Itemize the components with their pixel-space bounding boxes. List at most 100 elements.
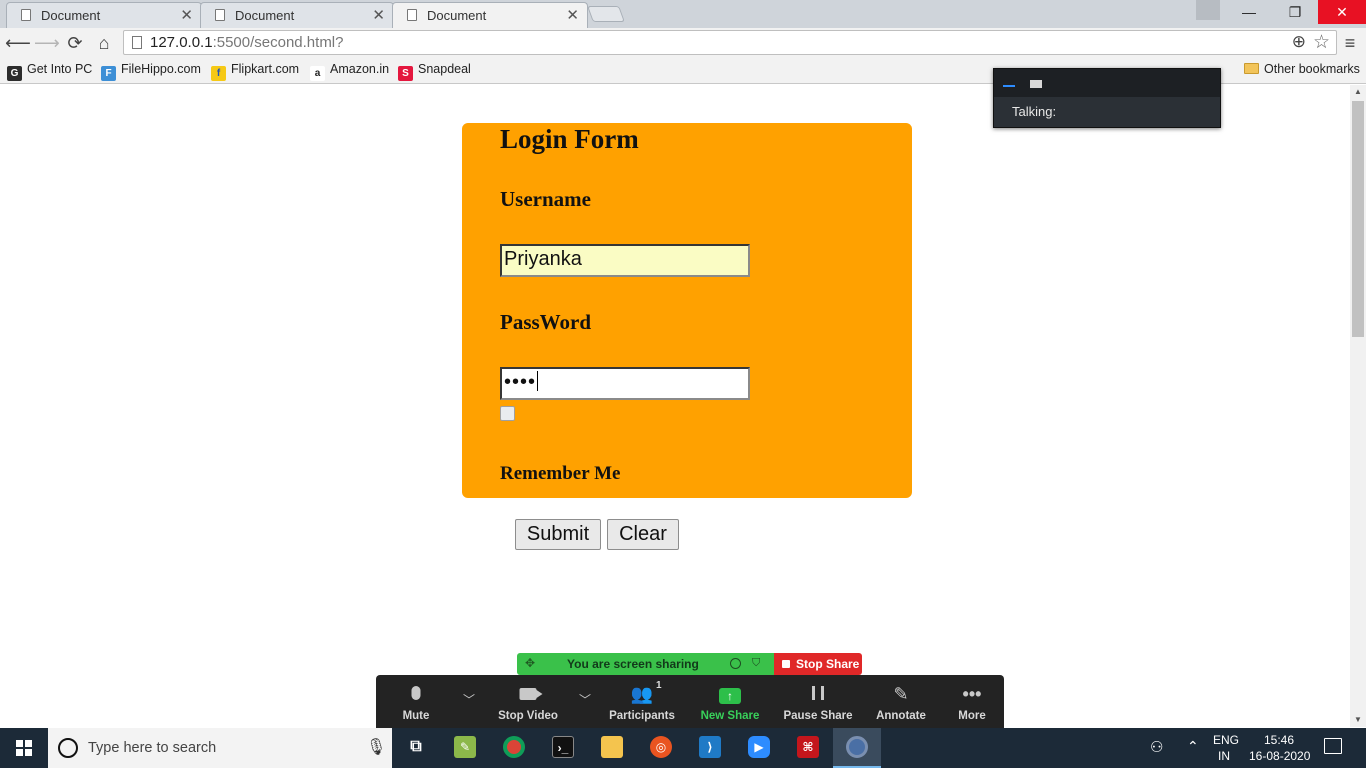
task-view-button[interactable]: ⧉ <box>392 728 440 768</box>
forward-arrow-icon[interactable]: ⟶ <box>34 31 60 55</box>
snapdeal-icon: S <box>398 66 413 81</box>
clear-button[interactable]: Clear <box>607 519 679 550</box>
participants-button[interactable]: 👥 1 Participants <box>604 675 680 728</box>
taskbar-file-explorer[interactable] <box>588 728 636 768</box>
clock-date[interactable]: 16-08-2020 <box>1249 749 1310 763</box>
username-label: Username <box>500 187 591 211</box>
taskbar-acrobat[interactable]: ⌘ <box>784 728 832 768</box>
taskbar-chrome[interactable] <box>490 728 538 768</box>
login-form: Login Form Username Priyanka PassWord ••… <box>462 123 912 498</box>
talking-panel-header[interactable] <box>994 69 1220 97</box>
chrome-icon <box>846 736 868 758</box>
minimize-icon[interactable] <box>1003 85 1015 87</box>
submit-button[interactable]: Submit <box>515 519 601 550</box>
language-indicator-top[interactable]: ENG <box>1213 733 1239 747</box>
getintopc-icon: G <box>7 66 22 81</box>
task-view-icon: ⧉ <box>410 738 422 755</box>
windows-taskbar: Type here to search 🎙 ⧉ ✎ ›_ ◎ ⟩ ▶ ⌘ ⚇ ⌃… <box>0 728 1366 768</box>
user-profile-icon[interactable] <box>1196 0 1220 20</box>
browser-tab-1[interactable]: Document ✕ <box>6 2 202 28</box>
browser-toolbar: ⟵ ⟶ ⟳ ⌂ 127.0.0.1:5500/second.html? ⊕ ☆ … <box>0 28 1366 58</box>
zoom-magnifier-icon[interactable]: ⊕ <box>1292 32 1306 52</box>
address-bar[interactable]: 127.0.0.1:5500/second.html? ⊕ ☆ <box>123 30 1337 55</box>
browser-tab-2[interactable]: Document ✕ <box>200 2 394 28</box>
share-screen-icon: ↑ <box>719 684 741 704</box>
vertical-scrollbar[interactable]: ▲ ▼ <box>1350 85 1366 727</box>
folder-icon <box>601 736 623 758</box>
new-tab-button[interactable] <box>587 6 625 22</box>
home-icon[interactable]: ⌂ <box>92 31 116 55</box>
audio-options-chevron-icon[interactable]: ﹀ <box>463 691 475 708</box>
video-window-icon[interactable] <box>1030 80 1042 88</box>
stop-icon <box>782 660 790 668</box>
clock-time[interactable]: 15:46 <box>1264 733 1294 747</box>
action-center-icon[interactable] <box>1324 738 1342 754</box>
scroll-down-arrow-icon[interactable]: ▼ <box>1350 713 1366 727</box>
page-icon <box>21 9 31 21</box>
people-icon[interactable]: ⚇ <box>1150 738 1163 756</box>
bookmark-get-into-pc[interactable]: G Get Into PC <box>7 62 93 81</box>
taskbar-chrome-active[interactable] <box>833 728 881 768</box>
taskbar-cmd[interactable]: ›_ <box>539 728 587 768</box>
scrollbar-thumb[interactable] <box>1352 101 1364 337</box>
scroll-up-arrow-icon[interactable]: ▲ <box>1350 85 1366 99</box>
bookmark-label: Get Into PC <box>27 62 93 76</box>
taskbar-ubuntu[interactable]: ◎ <box>637 728 685 768</box>
tab-close-icon[interactable]: ✕ <box>372 6 385 24</box>
other-bookmarks-label: Other bookmarks <box>1264 62 1360 76</box>
other-bookmarks[interactable]: Other bookmarks <box>1244 62 1360 76</box>
pause-share-label: Pause Share <box>783 710 853 722</box>
taskbar-search-box[interactable]: Type here to search 🎙 <box>48 728 392 768</box>
video-options-chevron-icon[interactable]: ﹀ <box>579 691 591 708</box>
notepad-plus-icon: ✎ <box>454 736 476 758</box>
taskbar-vscode[interactable]: ⟩ <box>686 728 734 768</box>
participants-count: 1 <box>656 680 662 691</box>
tab-close-icon[interactable]: ✕ <box>566 6 579 24</box>
zoom-talking-panel[interactable]: Talking: <box>993 68 1221 128</box>
close-window-button[interactable]: ✕ <box>1318 0 1366 24</box>
more-button[interactable]: ••• More <box>944 675 1000 728</box>
show-hidden-icons-chevron-icon[interactable]: ⌃ <box>1187 738 1199 755</box>
mute-button[interactable]: Mute <box>386 675 446 728</box>
minimize-button[interactable]: — <box>1226 0 1272 24</box>
remember-me-checkbox[interactable] <box>500 406 515 421</box>
start-button[interactable] <box>0 728 48 768</box>
microphone-icon[interactable]: 🎙 <box>366 737 386 757</box>
stop-video-button[interactable]: Stop Video <box>488 675 568 728</box>
tab-title: Document <box>427 8 487 23</box>
reload-icon[interactable]: ⟳ <box>63 31 87 55</box>
talking-label: Talking: <box>1012 104 1057 119</box>
stop-share-label: Stop Share <box>796 657 860 671</box>
filehippo-icon: F <box>101 66 116 81</box>
username-input[interactable]: Priyanka <box>500 244 750 277</box>
screen-sharing-banner[interactable]: ✥ You are screen sharing ⛉ <box>517 653 774 675</box>
password-input[interactable]: •••• <box>500 367 750 400</box>
tab-close-icon[interactable]: ✕ <box>180 6 193 24</box>
pause-share-button[interactable]: Pause Share <box>780 675 856 728</box>
more-label: More <box>958 710 986 722</box>
zoom-meeting-toolbar: Mute ﹀ Stop Video ﹀ 👥 1 Participants ↑ N… <box>376 675 1004 728</box>
url-path: :5500/second.html? <box>212 34 344 51</box>
bookmark-snapdeal[interactable]: S Snapdeal <box>398 62 471 81</box>
page-info-icon[interactable] <box>132 36 142 49</box>
amazon-icon: a <box>310 66 325 81</box>
bookmark-amazon[interactable]: a Amazon.in <box>310 62 389 81</box>
annotate-label: Annotate <box>876 710 926 722</box>
url-text[interactable]: 127.0.0.1:5500/second.html? <box>150 34 343 51</box>
page-icon <box>215 9 225 21</box>
bookmark-flipkart[interactable]: f Flipkart.com <box>211 62 299 81</box>
back-arrow-icon[interactable]: ⟵ <box>5 31 31 55</box>
taskbar-notepad[interactable]: ✎ <box>441 728 489 768</box>
taskbar-zoom[interactable]: ▶ <box>735 728 783 768</box>
drag-handle-icon[interactable]: ✥ <box>525 656 535 670</box>
browser-tab-3-active[interactable]: Document ✕ <box>392 2 588 28</box>
language-indicator-bottom[interactable]: IN <box>1218 749 1230 763</box>
remember-me-label: Remember Me <box>500 463 621 484</box>
bookmark-star-icon[interactable]: ☆ <box>1313 31 1330 54</box>
restore-button[interactable]: ❐ <box>1272 0 1318 24</box>
stop-share-button[interactable]: Stop Share <box>774 653 862 675</box>
annotate-button[interactable]: ✎ Annotate <box>870 675 932 728</box>
bookmark-filehippo[interactable]: F FileHippo.com <box>101 62 201 81</box>
new-share-button[interactable]: ↑ New Share <box>694 675 766 728</box>
browser-menu-icon[interactable]: ≡ <box>1340 31 1360 55</box>
